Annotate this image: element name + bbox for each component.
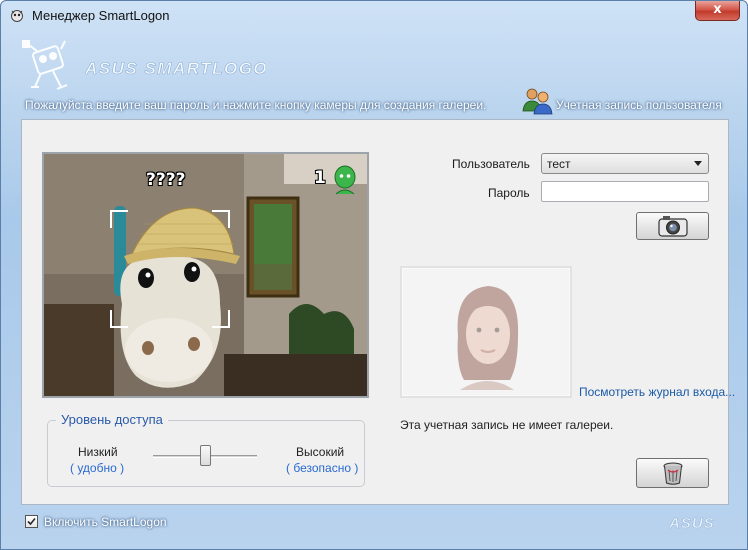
webcam-preview: ???? 1 — [42, 152, 369, 398]
close-button[interactable]: x — [695, 1, 740, 21]
chevron-down-icon — [694, 161, 702, 166]
smartlogon-window: Менеджер SmartLogon x ASUS SMARTLOGON По… — [0, 0, 748, 550]
user-dropdown-value: тест — [547, 157, 571, 171]
account-label: Учетная запись пользователя — [556, 98, 722, 112]
capture-button[interactable] — [636, 212, 709, 240]
face-indicator-icon — [334, 165, 356, 195]
enable-smartlogon-checkbox[interactable] — [25, 515, 38, 528]
face-frame-corner — [212, 210, 230, 228]
face-frame-corner — [110, 310, 128, 328]
face-frame-corner — [212, 310, 230, 328]
view-log-link[interactable]: Посмотреть журнал входа... — [579, 385, 735, 399]
user-silhouette-icon — [457, 286, 519, 390]
users-icon — [522, 88, 553, 115]
face-unknown-label: ???? — [146, 170, 186, 190]
delete-gallery-button[interactable] — [636, 458, 709, 488]
gallery-status-text: Эта учетная запись не имеет галереи. — [400, 418, 614, 432]
asus-footer-logo: ASUS — [669, 515, 715, 532]
face-count: 1 — [314, 168, 326, 188]
asus-footer-text: ASUS — [669, 515, 715, 532]
gallery-placeholder — [400, 266, 572, 398]
camera-icon — [657, 216, 688, 237]
level-low-label: Низкий — [78, 445, 118, 459]
robot-logo-icon — [22, 40, 68, 90]
password-label: Пароль — [488, 186, 530, 200]
checkmark-icon — [27, 517, 36, 526]
enable-smartlogon-label[interactable]: Включить SmartLogon — [44, 515, 167, 529]
user-dropdown[interactable]: тест — [541, 153, 709, 174]
access-level-title: Уровень доступа — [56, 412, 168, 427]
level-high-hint: ( безопасно ) — [286, 461, 359, 475]
brand-wordmark: ASUS SMARTLOGON — [85, 59, 265, 79]
access-level-group: Уровень доступа Низкий ( удобно ) Высоки… — [47, 412, 365, 487]
instruction-text: Пожалуйста введите ваш пароль и нажмите … — [25, 98, 487, 112]
brand-text: ASUS SMARTLOGON — [85, 59, 265, 78]
access-slider-thumb[interactable] — [199, 445, 211, 466]
password-input[interactable] — [541, 181, 709, 202]
main-panel: ???? 1 Уровень доступа Низкий ( удобно )… — [21, 119, 735, 505]
webcam-scene — [44, 154, 367, 396]
app-icon — [11, 10, 23, 22]
trash-icon — [663, 462, 682, 485]
title-bar[interactable]: Менеджер SmartLogon x — [1, 1, 747, 31]
window-title: Менеджер SmartLogon — [32, 8, 170, 23]
level-high-label: Высокий — [296, 445, 345, 459]
level-low-hint: ( удобно ) — [70, 461, 125, 475]
face-frame-corner — [110, 210, 128, 228]
user-label: Пользователь — [452, 157, 530, 171]
